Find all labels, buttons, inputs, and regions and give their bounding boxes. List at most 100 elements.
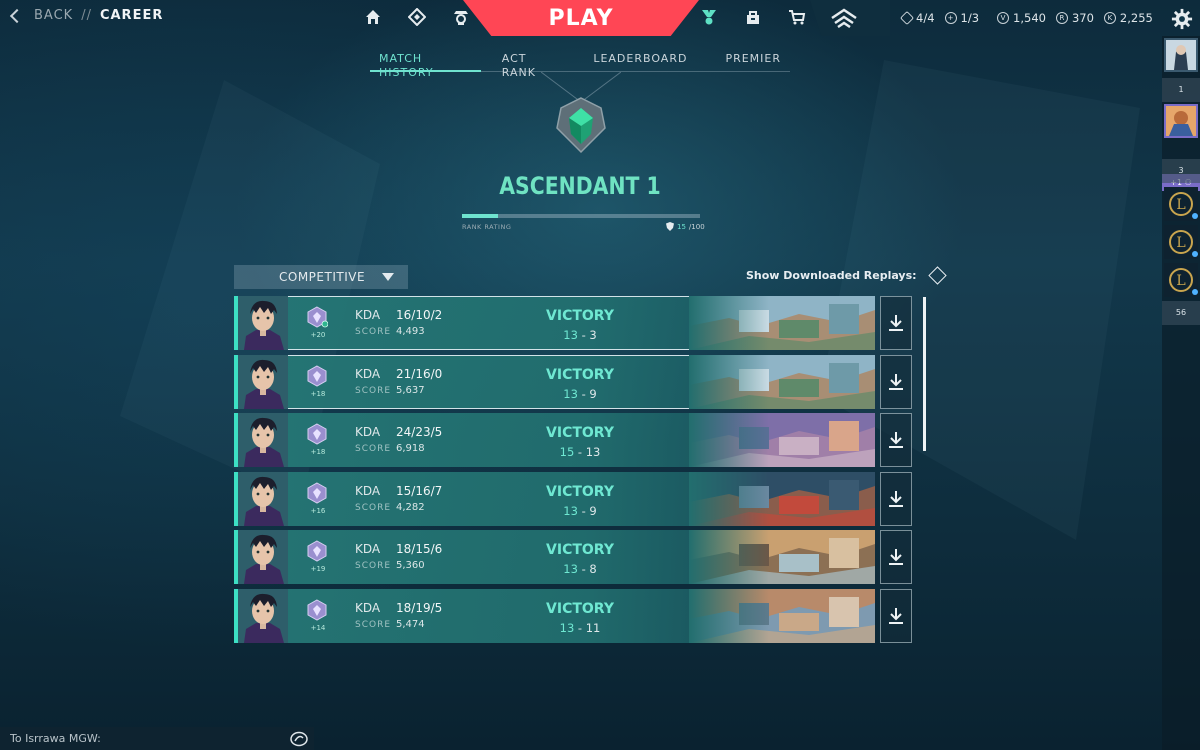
store-icon[interactable] <box>744 8 762 26</box>
match-row[interactable]: +19 KDA 18/15/6 SCORE 5,360 VICTORY 13 -… <box>234 530 914 584</box>
kda-label: KDA <box>355 366 381 381</box>
shield-icon <box>666 222 674 231</box>
score-value: 4,282 <box>396 501 425 513</box>
tier-chevrons-icon[interactable] <box>830 8 858 28</box>
diamond-checkbox-icon[interactable] <box>927 266 947 285</box>
round-score: 13 - 11 <box>524 621 636 635</box>
rank-rating-bar <box>462 214 700 218</box>
battlepass-icon[interactable] <box>700 8 718 26</box>
kingdom-credits[interactable]: K 2,255 <box>1103 11 1153 25</box>
back-label: BACK <box>34 8 74 23</box>
team-rounds: 13 <box>563 503 578 518</box>
party-member-avatar[interactable] <box>1164 38 1198 72</box>
score-value: 5,360 <box>396 560 425 571</box>
round-score: 15 - 13 <box>524 445 636 459</box>
match-card[interactable]: +16 KDA 15/16/7 SCORE 4,282 VICTORY 13 -… <box>234 471 875 526</box>
collection-icon[interactable] <box>452 8 470 26</box>
currency-bar: 4/4 + 1/3 V 1,540 R 370 K 2,255 <box>899 10 1153 26</box>
tab-premier[interactable]: PREMIER <box>716 52 790 72</box>
match-row[interactable]: +20 KDA 16/10/2 SCORE 4,493 VICTORY 13 -… <box>234 296 914 350</box>
kda-value: 18/19/5 <box>396 600 443 615</box>
breadcrumb-separator: // <box>81 8 92 23</box>
download-replay-button[interactable] <box>880 413 912 467</box>
radianite-points[interactable]: R 370 <box>1055 11 1094 25</box>
online-status-dot <box>1192 251 1198 257</box>
party-size-value: 4/4 <box>916 11 935 25</box>
group-count: 3 <box>1162 159 1200 183</box>
match-row[interactable]: +18 KDA 21/16/0 SCORE 5,637 VICTORY 13 -… <box>234 354 914 409</box>
round-score-dash: - <box>577 445 583 459</box>
kda-value: 18/15/6 <box>396 542 443 556</box>
match-list-scrollbar[interactable] <box>923 297 926 451</box>
map-fade <box>689 471 769 526</box>
round-score: 13 - 9 <box>524 387 636 401</box>
download-replay-button[interactable] <box>880 354 912 409</box>
radianite-icon: R <box>1055 12 1068 24</box>
ascendant-rank-mini-icon <box>307 598 327 621</box>
download-replay-button[interactable] <box>880 296 912 350</box>
download-icon <box>889 373 903 390</box>
chat-input[interactable] <box>0 727 286 750</box>
match-row[interactable]: +18 KDA 24/23/5 SCORE 6,918 VICTORY 15 -… <box>234 413 914 467</box>
tab-act-rank[interactable]: ACT RANK <box>493 52 569 79</box>
download-icon <box>889 432 903 448</box>
chevron-left-icon <box>9 8 25 24</box>
download-replay-button[interactable] <box>880 530 912 584</box>
match-card[interactable]: +18 KDA 24/23/5 SCORE 6,918 VICTORY 15 -… <box>234 413 875 467</box>
home-icon[interactable] <box>364 8 382 26</box>
ascendant-rank-icon <box>556 97 606 154</box>
download-replay-button[interactable] <box>880 471 912 526</box>
valorant-points[interactable]: V 1,540 <box>997 11 1046 25</box>
kda-label: KDA <box>355 600 381 615</box>
round-score-dash: - <box>581 503 586 518</box>
valorant-points-value: 1,540 <box>1013 11 1046 25</box>
rank-rating-current: 15 <box>677 222 686 231</box>
party-invite-avatar[interactable] <box>1164 104 1198 138</box>
agent-portrait <box>238 471 288 526</box>
friend-avatar[interactable]: L <box>1164 187 1198 221</box>
chat-emote-icon[interactable] <box>290 731 308 747</box>
main-nav-left <box>364 8 470 26</box>
match-result: VICTORY <box>546 542 614 558</box>
download-icon <box>889 607 903 624</box>
agents-icon[interactable] <box>408 8 426 26</box>
match-card[interactable]: +14 KDA 18/19/5 SCORE 5,474 VICTORY 13 -… <box>234 588 875 643</box>
match-history-list: +20 KDA 16/10/2 SCORE 4,493 VICTORY 13 -… <box>234 296 914 647</box>
back-button[interactable]: BACK // CAREER <box>9 8 163 24</box>
kda-label: KDA <box>355 483 381 498</box>
agent-portrait <box>238 354 288 409</box>
queue-dropdown[interactable]: COMPETITIVE <box>234 265 408 289</box>
cart-icon[interactable] <box>788 8 806 26</box>
kda-value: 21/16/0 <box>396 366 443 381</box>
settings-gear-icon[interactable] <box>1171 8 1193 30</box>
match-row[interactable]: +16 KDA 15/16/7 SCORE 4,282 VICTORY 13 -… <box>234 471 914 526</box>
match-row[interactable]: +14 KDA 18/19/5 SCORE 5,474 VICTORY 13 -… <box>234 588 914 643</box>
tab-match-history[interactable]: MATCH HISTORY <box>370 52 481 79</box>
download-replay-button[interactable] <box>880 588 912 643</box>
download-icon <box>889 315 903 331</box>
map-fade <box>689 354 769 409</box>
rank-rating-label: RANK RATING <box>462 223 512 231</box>
friend-avatar[interactable]: L <box>1164 263 1198 297</box>
score-value: 6,918 <box>396 443 425 454</box>
enemy-rounds: 11 <box>585 620 601 635</box>
svg-text:L: L <box>1176 235 1185 251</box>
match-card[interactable]: +20 KDA 16/10/2 SCORE 4,493 VICTORY 13 -… <box>234 296 875 350</box>
enemy-rounds: 3 <box>589 328 597 342</box>
show-replays-toggle[interactable]: Show Downloaded Replays: <box>746 266 947 285</box>
round-score: 13 - 3 <box>524 328 636 342</box>
match-card[interactable]: +19 KDA 18/15/6 SCORE 5,360 VICTORY 13 -… <box>234 530 875 584</box>
play-button[interactable]: PLAY <box>463 0 699 36</box>
kda-value: 16/10/2 <box>396 308 443 322</box>
rr-gain: +19 <box>310 565 326 573</box>
round-score: 13 - 8 <box>524 562 636 576</box>
tab-leaderboard[interactable]: LEADERBOARD <box>584 52 696 72</box>
ascendant-rank-mini-icon <box>307 423 327 445</box>
friend-avatar[interactable]: L <box>1164 225 1198 259</box>
match-result: VICTORY <box>546 308 614 324</box>
rr-gain: +14 <box>310 623 326 632</box>
map-fade <box>689 413 769 467</box>
friends-count[interactable]: 56 <box>1162 301 1200 325</box>
match-card[interactable]: +18 KDA 21/16/0 SCORE 5,637 VICTORY 13 -… <box>234 354 875 409</box>
plus-circle-icon: + <box>944 12 957 24</box>
